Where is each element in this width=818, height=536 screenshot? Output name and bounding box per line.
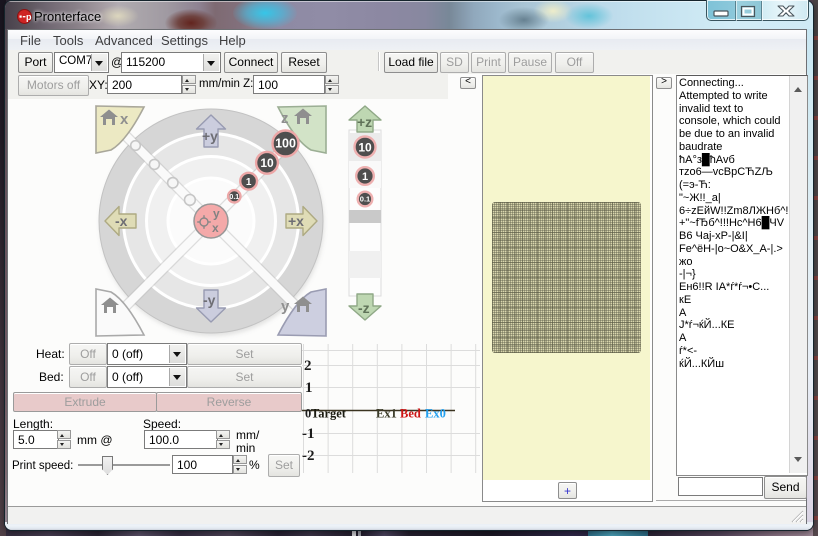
svg-text:100: 100 <box>275 137 296 151</box>
svg-text:Bed: Bed <box>400 407 421 421</box>
svg-text:x: x <box>212 221 219 235</box>
svg-text:10: 10 <box>358 141 372 155</box>
svg-text:1: 1 <box>305 380 313 396</box>
svg-text:y: y <box>213 207 220 221</box>
svg-text:+y: +y <box>202 128 218 144</box>
svg-text:1: 1 <box>246 177 252 188</box>
svg-text:-2: -2 <box>302 448 315 464</box>
svg-text:+x: +x <box>288 213 304 229</box>
svg-text:-y: -y <box>203 292 216 308</box>
svg-text:2: 2 <box>304 358 312 374</box>
svg-text:p: p <box>26 12 32 22</box>
svg-text:Target: Target <box>311 407 347 421</box>
svg-text:0.1: 0.1 <box>360 195 370 204</box>
svg-text:0.1: 0.1 <box>229 194 239 201</box>
svg-text:-x: -x <box>115 213 128 229</box>
svg-text:-z: -z <box>358 300 370 316</box>
svg-text:z: z <box>281 110 289 127</box>
svg-text:x: x <box>120 111 129 128</box>
svg-text:-1: -1 <box>302 426 315 442</box>
svg-text:+z: +z <box>357 114 372 130</box>
svg-text:Ex0: Ex0 <box>425 407 446 421</box>
svg-text:y: y <box>281 298 290 315</box>
svg-text:1: 1 <box>362 171 368 183</box>
svg-text:Ex1: Ex1 <box>376 407 397 421</box>
svg-text:10: 10 <box>260 156 274 170</box>
